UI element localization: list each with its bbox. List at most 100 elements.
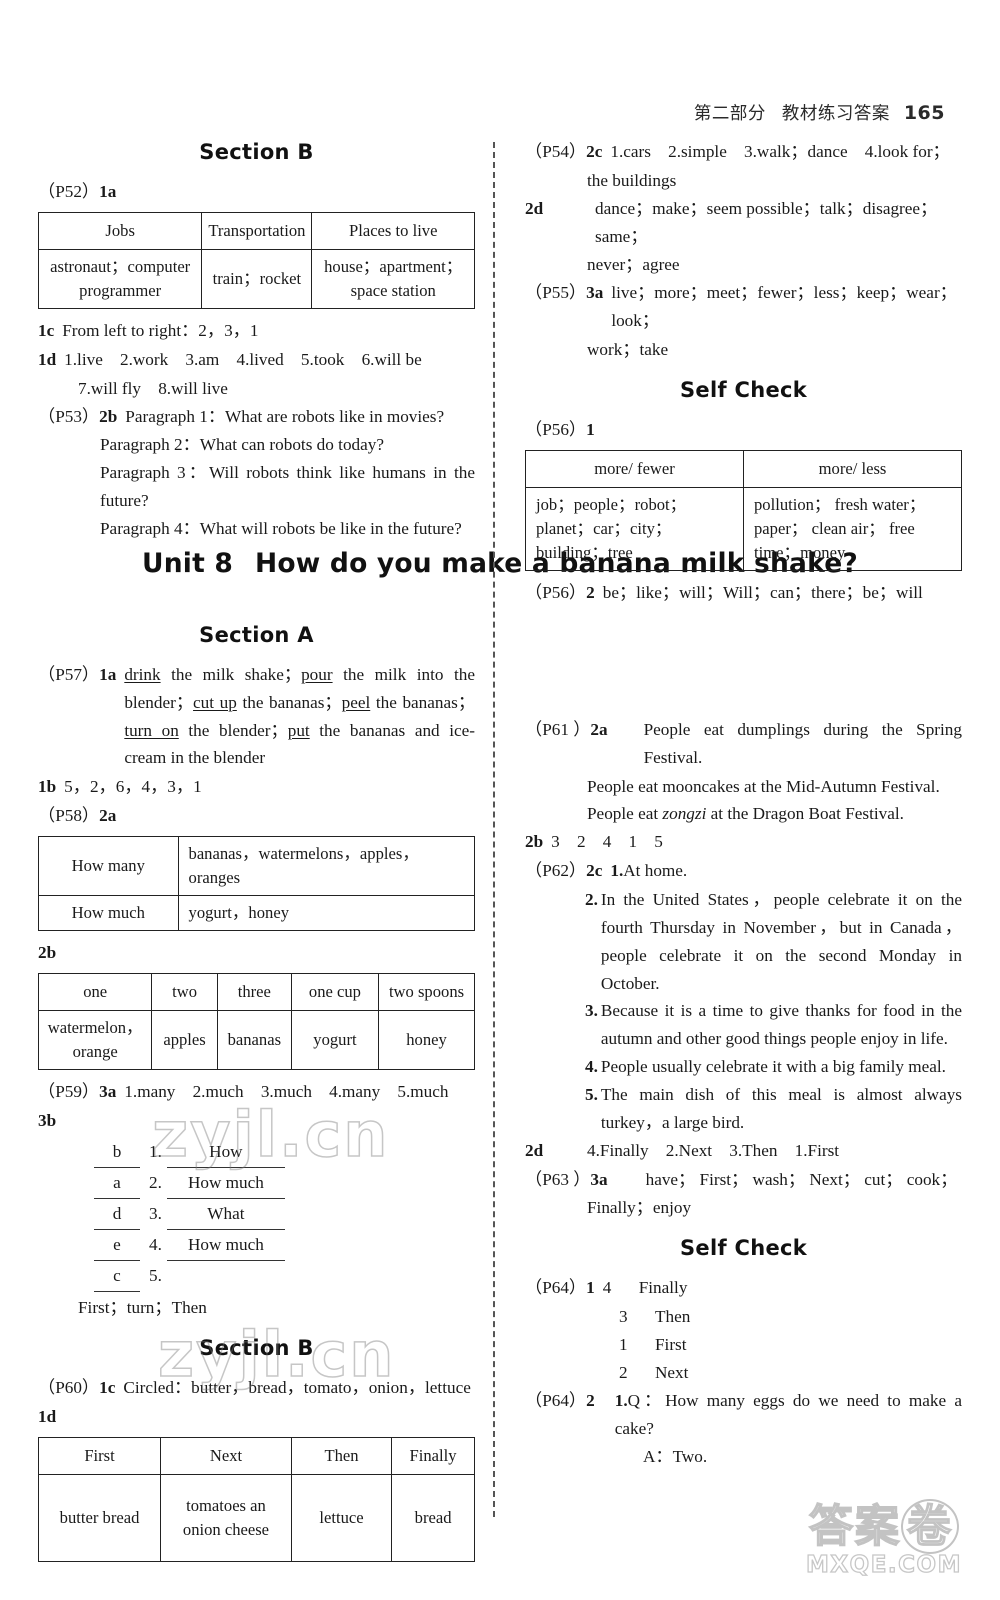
page-ref: （P57）: [38, 664, 100, 684]
match-number: 3.: [149, 1204, 162, 1224]
match-letter: b: [94, 1137, 140, 1168]
entry-p60-1c: （P60）1c Circled：butter，bread，tomato，onio…: [38, 1374, 475, 1402]
table-row: butter bread tomatoes an onion cheese le…: [37, 1473, 475, 1562]
entry-tag: 2d: [525, 198, 544, 218]
entry-tag: （P60）1c: [38, 1374, 123, 1402]
table-cell: watermelon，orange: [37, 1010, 153, 1071]
entry-p61-2a: （P61 ）2a People eat dumplings during the…: [525, 716, 962, 772]
entry-2b-line4: Paragraph 4：What will robots be like in …: [100, 519, 462, 539]
header-part-label: 第二部分: [693, 104, 766, 124]
entry-p64-1: （P64）1 4 Finally: [525, 1274, 962, 1302]
table-cell: How many: [38, 836, 179, 897]
entry-text: have； First； wash； Next； cut； cook；: [645, 1169, 958, 1189]
order-word: First: [655, 1334, 687, 1354]
match-answer: How much: [166, 1168, 285, 1200]
page-ref: （P58）: [38, 806, 100, 826]
entry-3a-p63-line2: Finally；enjoy: [587, 1198, 692, 1218]
table-2b: one two three one cup two spoons waterme…: [37, 973, 475, 1071]
entry-2a-line3: People eat zongzi at the Dragon Boat Fes…: [587, 800, 962, 828]
entry-p61-2b: 2b 3 2 4 1 5: [525, 828, 962, 856]
table-header-row: First Next Then Finally: [37, 1436, 475, 1475]
entry-p63-3a: （P63 ）3a have； First； wash； Next； cut； c…: [525, 1166, 962, 1194]
entry-tag: （P52）1a: [38, 178, 124, 206]
entry-p58-2a: （P58）2a: [38, 802, 475, 830]
header-section-label: 教材练习答案: [781, 104, 890, 124]
item-ref: 2: [586, 582, 595, 602]
table-cell: house；apartment；space station: [311, 248, 475, 310]
entry-3b-footer: First；turn；Then: [78, 1298, 207, 1318]
order-row: 2 Next: [619, 1359, 962, 1387]
table-cell: tomatoes an onion cheese: [160, 1473, 292, 1562]
entry-tag: 2d: [525, 1140, 544, 1160]
table-cell: Jobs: [37, 211, 203, 250]
list-item: 5. The main dish of this meal is almost …: [585, 1081, 962, 1137]
list-item: b 1. How: [94, 1137, 475, 1168]
entry-2b-line2: Paragraph 2：What can robots do today?: [100, 435, 384, 455]
table-cell: Places to live: [311, 211, 475, 250]
match-answer: How: [166, 1137, 285, 1168]
table-cell: lettuce: [290, 1473, 393, 1562]
table-cell: one cup: [290, 973, 380, 1012]
entry-p62-2d: 2d 4.Finally 2.Next 3.Then 1.First: [525, 1137, 962, 1165]
match-number: 2.: [149, 1172, 162, 1192]
item-ref: 1a: [99, 664, 117, 684]
item-ref: 2a: [590, 719, 608, 739]
entry-p64-2: （P64）2 1.Q：How many eggs do we need to m…: [525, 1387, 962, 1443]
table-1d: First Next Then Finally butter bread tom…: [37, 1436, 475, 1562]
table-cell: butter bread: [37, 1473, 162, 1562]
table-cell: Next: [160, 1436, 292, 1475]
entry-p59-3a: （P59）3a 1.many 2.much 3.much 4.many 5.mu…: [38, 1078, 475, 1106]
page-ref: （P60）: [38, 1378, 100, 1398]
entry-2a-line3-italic: zongzi: [662, 804, 707, 824]
table-cell: yogurt: [290, 1010, 380, 1071]
table-cell: Finally: [391, 1436, 475, 1475]
table-cell: pollution； fresh water； paper； clean air…: [743, 486, 962, 571]
entry-tag: 1c: [38, 321, 55, 340]
entry-tag: （P56）1: [525, 416, 603, 444]
order-number: 1: [619, 1334, 628, 1354]
match-number: 1.: [149, 1141, 162, 1161]
entry-text: 1.many 2.much 3.much 4.many 5.much: [124, 1082, 449, 1102]
entry-2d-line2: never；agree: [587, 255, 680, 275]
match-answer: How much: [166, 1230, 285, 1262]
entry-text: 1.At home.: [610, 857, 962, 885]
list-item: e 4. How much: [94, 1230, 475, 1262]
entry-p56-2: （P56）2 be；like；will；Will；can；there；be；wi…: [525, 579, 962, 607]
entry-tag: 1d: [38, 349, 57, 369]
entry-p55-3a: （P55）3a live；more；meet；fewer；less；keep；w…: [525, 279, 962, 335]
entry-tag: （P64）1: [525, 1274, 603, 1302]
match-number: 4.: [149, 1235, 162, 1255]
table-cell: two: [151, 973, 218, 1012]
entry-2c-line2: the buildings: [587, 170, 677, 190]
table-cell: bananas，watermelons，apples，oranges: [177, 836, 476, 897]
item-number: 1.: [610, 861, 624, 881]
entry-text: From left to right：2，3，1: [62, 321, 259, 340]
entry-tag: （P56）2: [525, 579, 603, 607]
entry-text: 1.cars 2.simple 3.walk；dance 4.look for；: [610, 142, 950, 161]
entry-text: People eat dumplings during the Spring F…: [643, 719, 962, 767]
item-number: 5.: [585, 1084, 598, 1104]
item-ref: 3a: [590, 1169, 608, 1189]
running-header: 第二部分 教材练习答案 165: [0, 100, 945, 125]
list-item: 2. In the United States，people celebrate…: [585, 886, 962, 997]
page-ref: （P63 ）: [525, 1169, 591, 1189]
table-row: How much yogurt，honey: [38, 895, 476, 932]
table-header-row: Jobs Transportation Places to live: [37, 211, 475, 250]
table-cell: train；rocket: [201, 248, 313, 310]
entry-3a-line2: work；take: [587, 340, 669, 360]
table-cell: bread: [391, 1473, 475, 1562]
entry-p56-1: （P56）1: [525, 416, 962, 444]
question-text: Q：How many eggs do we need to make a cak…: [614, 1390, 962, 1438]
entry-2b-label: 2b: [38, 939, 475, 967]
table-cell: bananas: [216, 1010, 292, 1071]
answer-key-page: 第二部分 教材练习答案 165 Unit 8 How do you make a ba…: [0, 0, 1000, 1600]
entry-tag: 3b: [38, 1111, 57, 1131]
table-cell: more/ fewer: [525, 449, 744, 488]
item-ref: 2c: [586, 142, 603, 161]
list-item: 3. Because it is a time to give thanks f…: [585, 997, 962, 1053]
entry-3b: 3b: [38, 1107, 475, 1135]
order-word: Next: [655, 1362, 689, 1382]
section-b-heading: Section B: [199, 140, 314, 164]
item-ref: 1a: [99, 182, 117, 201]
page-ref: （P55）: [525, 283, 587, 303]
